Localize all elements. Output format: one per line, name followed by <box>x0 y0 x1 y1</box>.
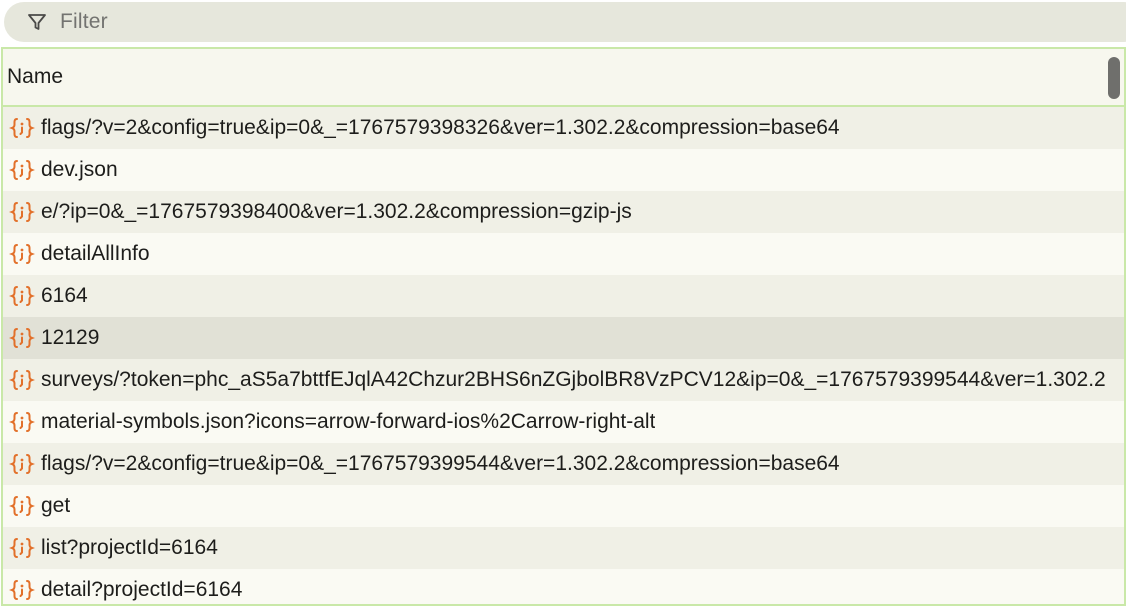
network-request-list: Filter Name flags/?v=2&config=true&ip=0&… <box>0 0 1126 606</box>
json-braces-icon <box>7 113 37 143</box>
column-header-name[interactable]: Name <box>3 49 1124 107</box>
vertical-scrollbar[interactable] <box>1108 57 1120 99</box>
table-row[interactable]: 12129 <box>3 317 1124 359</box>
request-name: e/?ip=0&_=1767579398400&ver=1.302.2&comp… <box>41 200 632 223</box>
json-braces-icon <box>7 197 37 227</box>
request-name: 6164 <box>41 284 88 307</box>
json-braces-icon <box>7 155 37 185</box>
json-braces-icon <box>7 491 37 521</box>
column-header-label: Name <box>7 65 64 88</box>
json-braces-icon <box>7 449 37 479</box>
request-name: detail?projectId=6164 <box>41 578 243 601</box>
json-braces-icon <box>7 575 37 604</box>
request-name: dev.json <box>41 158 118 181</box>
table-row[interactable]: flags/?v=2&config=true&ip=0&_=1767579398… <box>3 107 1124 149</box>
table-row[interactable]: 6164 <box>3 275 1124 317</box>
filter-icon <box>26 11 48 33</box>
request-name: material-symbols.json?icons=arrow-forwar… <box>41 410 656 433</box>
json-braces-icon <box>7 407 37 437</box>
request-name: detailAllInfo <box>41 242 150 265</box>
json-braces-icon <box>7 365 37 395</box>
json-braces-icon <box>7 239 37 269</box>
table-row[interactable]: e/?ip=0&_=1767579398400&ver=1.302.2&comp… <box>3 191 1124 233</box>
json-braces-icon <box>7 281 37 311</box>
request-rows: flags/?v=2&config=true&ip=0&_=1767579398… <box>3 107 1124 604</box>
request-name: surveys/?token=phc_aS5a7bttfEJqlA42Chzur… <box>41 368 1106 391</box>
request-name: flags/?v=2&config=true&ip=0&_=1767579399… <box>41 452 840 475</box>
request-table: Name flags/?v=2&config=true&ip=0&_=17675… <box>1 47 1126 606</box>
table-row[interactable]: detail?projectId=6164 <box>3 569 1124 604</box>
table-row[interactable]: get <box>3 485 1124 527</box>
table-row[interactable]: detailAllInfo <box>3 233 1124 275</box>
table-row[interactable]: flags/?v=2&config=true&ip=0&_=1767579399… <box>3 443 1124 485</box>
filter-placeholder: Filter <box>60 10 108 33</box>
table-row[interactable]: dev.json <box>3 149 1124 191</box>
request-name: flags/?v=2&config=true&ip=0&_=1767579398… <box>41 116 840 139</box>
request-name: get <box>41 494 71 517</box>
filter-input[interactable]: Filter <box>4 2 1126 42</box>
table-row[interactable]: surveys/?token=phc_aS5a7bttfEJqlA42Chzur… <box>3 359 1124 401</box>
request-name: 12129 <box>41 326 100 349</box>
json-braces-icon <box>7 323 37 353</box>
json-braces-icon <box>7 533 37 563</box>
request-name: list?projectId=6164 <box>41 536 218 559</box>
table-row[interactable]: list?projectId=6164 <box>3 527 1124 569</box>
table-row[interactable]: material-symbols.json?icons=arrow-forwar… <box>3 401 1124 443</box>
